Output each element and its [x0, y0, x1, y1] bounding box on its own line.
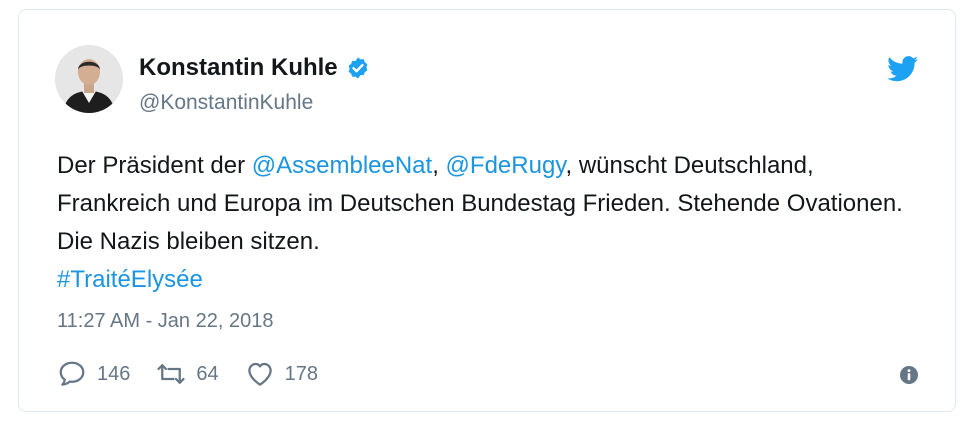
mention-fderugy[interactable]: @FdeRugy [446, 152, 566, 179]
retweet-button[interactable]: 64 [156, 359, 219, 389]
reply-button[interactable]: 146 [57, 359, 130, 389]
retweet-icon [157, 364, 185, 384]
tweet-card: Konstantin Kuhle @KonstantinKuhle Der Pr… [18, 9, 956, 412]
tweet-timestamp[interactable]: 11:27 AM - Jan 22, 2018 [57, 310, 273, 333]
reply-count: 146 [97, 362, 131, 385]
like-count: 178 [284, 362, 318, 385]
author-handle[interactable]: @KonstantinKuhle [139, 91, 313, 115]
reply-icon [59, 361, 85, 386]
avatar-photo [55, 45, 123, 113]
tweet-text: Der Präsident der @AssembleeNat, @FdeRug… [57, 147, 917, 299]
info-icon[interactable] [899, 365, 919, 385]
twitter-bird-icon[interactable] [887, 56, 919, 82]
retweet-count: 64 [196, 362, 219, 385]
tweet-text-separator: , [432, 152, 446, 179]
heart-icon [247, 362, 272, 386]
like-button[interactable]: 178 [245, 359, 318, 389]
hashtag-traiteelysee[interactable]: #TraitéElysée [57, 266, 203, 293]
tweet-text-prefix: Der Präsident der [57, 152, 252, 179]
tweet-actions: 146 64 178 [57, 359, 344, 389]
author-name[interactable]: Konstantin Kuhle [139, 54, 338, 82]
avatar[interactable] [55, 45, 123, 113]
mention-assembleenat[interactable]: @AssembleeNat [252, 152, 432, 179]
verified-badge-icon [348, 57, 368, 79]
